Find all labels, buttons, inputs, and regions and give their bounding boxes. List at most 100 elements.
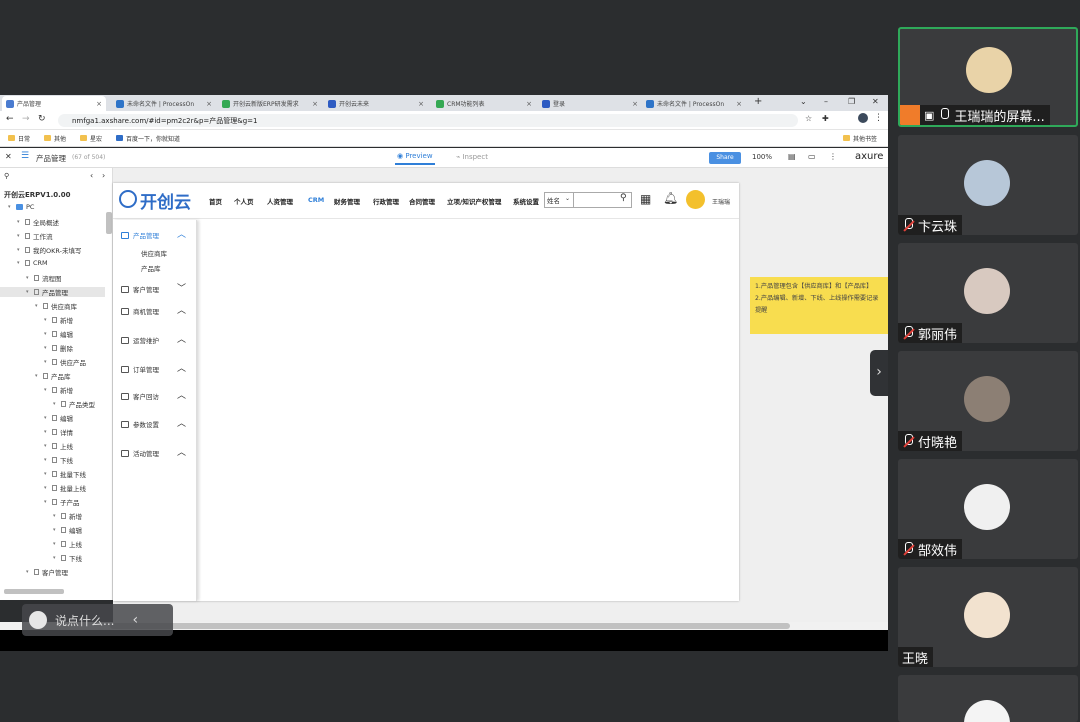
chevron-up-icon[interactable]: ︿ xyxy=(177,303,186,316)
share-button[interactable]: Share xyxy=(709,152,741,164)
tree-item[interactable]: ▾ 批量下线 xyxy=(0,469,86,479)
tree-item[interactable]: ▾ 下线 xyxy=(0,553,82,563)
more-icon[interactable]: ⋮ xyxy=(829,152,837,161)
user-avatar[interactable] xyxy=(686,190,705,209)
tree-item[interactable]: ▾ 我的OKR-未填写 xyxy=(0,245,81,255)
participant-tile[interactable]: 郜效伟 xyxy=(898,459,1078,559)
menu-icon[interactable]: ⋮ xyxy=(874,113,883,123)
tree-item[interactable]: ▾ 流程图 xyxy=(0,273,62,283)
tree-item[interactable]: ▾ 产品库 xyxy=(0,371,71,381)
nav-item[interactable]: 财务管理 xyxy=(334,196,360,206)
qrcode-icon[interactable]: ▦ xyxy=(640,192,651,206)
participant-tile[interactable] xyxy=(898,675,1078,722)
search-icon[interactable]: ⚲ xyxy=(4,172,9,180)
chevron-up-icon[interactable]: ︿ xyxy=(177,416,186,429)
submenu-item[interactable]: 供应商库 xyxy=(141,248,167,258)
tree-item[interactable]: ▾ 详情 xyxy=(0,427,73,437)
reload-icon[interactable]: ↻ xyxy=(38,114,46,124)
emoji-icon[interactable] xyxy=(29,611,47,629)
nav-item[interactable]: 人资管理 xyxy=(267,196,293,206)
participant-tile[interactable]: 卞云珠 xyxy=(898,135,1078,235)
chevron-up-icon[interactable]: ︿ xyxy=(177,388,186,401)
participant-tile[interactable]: 郭丽伟 xyxy=(898,243,1078,343)
tree-item[interactable]: ▾ 编辑 xyxy=(0,329,73,339)
notes-icon[interactable]: ▤ xyxy=(788,152,796,161)
tree-item[interactable]: ▾ 删除 xyxy=(0,343,73,353)
tab-search-icon[interactable]: ⌄ xyxy=(800,97,807,106)
sidebar-scrollbar[interactable] xyxy=(106,212,112,234)
bookmark-item[interactable]: 星宏 xyxy=(80,134,102,143)
minimize-icon[interactable]: – xyxy=(824,97,828,106)
browser-tab[interactable]: 未命名文件 | ProcessOn × xyxy=(112,96,216,111)
comments-icon[interactable]: ▭ xyxy=(808,152,816,161)
chevron-left-icon[interactable]: ‹ xyxy=(132,612,138,628)
pages-icon[interactable]: ☰ xyxy=(21,151,29,161)
tab-close-icon[interactable]: × xyxy=(418,100,424,108)
tree-item[interactable]: ▾ 新增 xyxy=(0,385,73,395)
tree-item[interactable]: ▾ 新增 xyxy=(0,315,73,325)
nav-item[interactable]: 首页 xyxy=(209,196,222,206)
inspect-tab[interactable]: ⌁ Inspect xyxy=(456,153,488,161)
nav-item[interactable]: 立项/知识产权管理 xyxy=(447,196,501,206)
other-bookmarks[interactable]: 其他书签 xyxy=(843,134,877,143)
chevron-up-icon[interactable]: ︿ xyxy=(177,445,186,458)
star-icon[interactable]: ☆ xyxy=(805,114,812,123)
bookmark-item[interactable]: 百度一下，你就知道 xyxy=(116,134,180,143)
tab-close-icon[interactable]: × xyxy=(632,100,638,108)
bell-icon[interactable]: 🔔︎ xyxy=(663,191,678,205)
nav-item[interactable]: 行政管理 xyxy=(373,196,399,206)
tab-close-icon[interactable]: × xyxy=(206,100,212,108)
extensions-icon[interactable]: ✚ xyxy=(822,114,829,123)
tree-item[interactable]: ▾ 供应产品 xyxy=(0,357,86,367)
tree-item[interactable]: ▾ 下线 xyxy=(0,455,73,465)
tree-item[interactable]: ▾ 编辑 xyxy=(0,413,73,423)
preview-tab[interactable]: ◉ Preview xyxy=(395,152,435,165)
hscroll-thumb[interactable] xyxy=(110,623,790,629)
tree-item[interactable]: ▾ CRM xyxy=(0,259,48,267)
nav-item[interactable]: CRM xyxy=(308,196,324,204)
participant-tile[interactable]: 付晓艳 xyxy=(898,351,1078,451)
chevron-up-icon[interactable]: ︿ xyxy=(177,332,186,345)
tree-item[interactable]: ▾ 全局概述 xyxy=(0,217,59,227)
bookmark-item[interactable]: 其他 xyxy=(44,134,66,143)
tree-item[interactable]: ▾ 批量上线 xyxy=(0,483,86,493)
new-tab-icon[interactable]: + xyxy=(754,96,762,107)
tree-item[interactable]: ▾ 上线 xyxy=(0,441,73,451)
tree-item[interactable]: ▾ 编辑 xyxy=(0,525,82,535)
tree-item[interactable]: ▾ 供应商库 xyxy=(0,301,77,311)
participant-tile[interactable]: ▣ 王瑞瑞的屏幕... xyxy=(898,27,1078,127)
restore-icon[interactable]: ❐ xyxy=(848,97,855,106)
search-icon[interactable]: ⚲ xyxy=(620,193,627,203)
search-field-select[interactable]: 姓名 xyxy=(547,195,560,205)
tree-item[interactable]: ▾ 子产品 xyxy=(0,497,80,507)
tree-item[interactable]: ▾ 客户管理 xyxy=(0,567,68,577)
browser-tab[interactable]: 开创云新版ERP研发需求 × xyxy=(218,96,322,111)
browser-tab[interactable]: 未命名文件 | ProcessOn × xyxy=(642,96,746,111)
tree-item[interactable]: ▾ 新增 xyxy=(0,511,82,521)
search-box[interactable]: 姓名 ⌄ ⚲ xyxy=(544,192,632,208)
back-icon[interactable]: ← xyxy=(6,114,14,124)
participant-tile[interactable]: 王晓 xyxy=(898,567,1078,667)
tab-close-icon[interactable]: × xyxy=(736,100,742,108)
tab-close-icon[interactable]: × xyxy=(312,100,318,108)
profile-avatar[interactable] xyxy=(858,113,868,123)
tree-item[interactable]: ▾ 产品管理 xyxy=(0,287,105,297)
close-window-icon[interactable]: ✕ xyxy=(872,97,879,106)
chevron-down-icon[interactable]: ﹀ xyxy=(177,281,186,294)
tree-item[interactable]: ▾ 产品类型 xyxy=(0,399,95,409)
tree-item[interactable]: ▾ 上线 xyxy=(0,539,82,549)
browser-tab[interactable]: 登录 × xyxy=(538,96,642,111)
sidebar-hscrollbar[interactable] xyxy=(4,589,64,594)
nav-item[interactable]: 系统设置 xyxy=(513,196,539,206)
submenu-item[interactable]: 产品库 xyxy=(141,263,161,273)
chevron-up-icon[interactable]: ︿ xyxy=(177,227,186,240)
tab-close-icon[interactable]: × xyxy=(96,100,102,108)
browser-tab[interactable]: 产品管理 × xyxy=(2,96,106,111)
collapse-next-icon[interactable]: › xyxy=(102,171,105,180)
collapse-prev-icon[interactable]: ‹ xyxy=(90,171,93,180)
tree-item[interactable]: ▾ PC xyxy=(0,203,34,211)
chat-input[interactable]: 说点什么... ‹ xyxy=(22,604,173,636)
bookmark-item[interactable]: 日常 xyxy=(8,134,30,143)
nav-item[interactable]: 合同管理 xyxy=(409,196,435,206)
url-field[interactable]: nmfga1.axshare.com/#id=pm2c2r&p=产品管理&g=1 xyxy=(58,114,798,127)
